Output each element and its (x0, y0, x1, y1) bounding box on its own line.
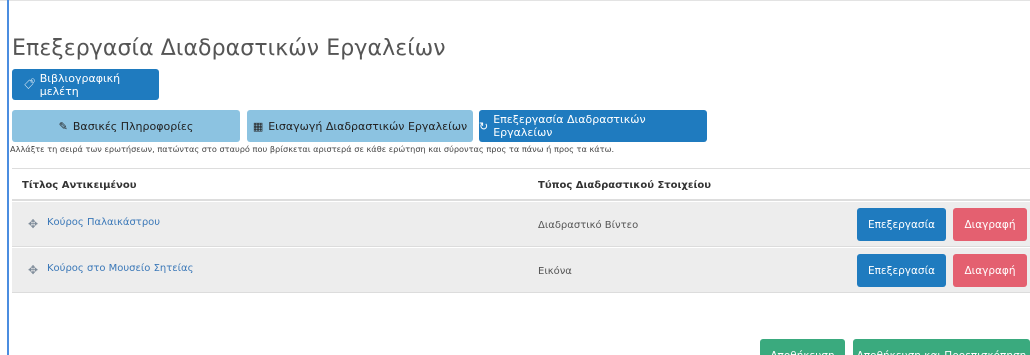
page-title: Επεξεργασία Διαδραστικών Εργαλείων (12, 36, 446, 61)
drag-handle-icon[interactable]: ✥ (28, 217, 38, 231)
step-basic-info[interactable]: ✎ Βασικές Πληροφορίες (12, 110, 240, 142)
header-title: Τίτλος Αντικειμένου (22, 180, 137, 191)
step-insert-tools[interactable]: ▦ Εισαγωγή Διαδραστικών Εργαλείων (247, 110, 473, 142)
item-type: Διαδραστικό Βίντεο (538, 220, 639, 231)
save-and-preview-button[interactable]: Αποθήκευση και Προεπισκόπηση (853, 339, 1030, 355)
refresh-icon: ↻ (479, 119, 489, 133)
drag-handle-icon[interactable]: ✥ (28, 263, 38, 277)
item-title-link[interactable]: Κούρος Παλαικάστρου (47, 217, 160, 228)
help-text: Αλλάξτε τη σειρά των ερωτήσεων, πατώντας… (10, 144, 615, 154)
save-button[interactable]: Αποθήκευση (760, 339, 845, 355)
left-border (7, 0, 9, 355)
sitemap-icon: ▦ (252, 119, 264, 133)
table-header: Τίτλος Αντικειμένου Τύπος Διαδραστικού Σ… (12, 168, 1030, 201)
pencil-icon: ✎ (58, 119, 68, 133)
delete-button[interactable]: Διαγραφή (953, 254, 1027, 287)
step-edit-tools[interactable]: ↻ Επεξεργασία Διαδραστικών Εργαλείων (479, 110, 707, 142)
bibliography-tag-button[interactable]: 🏷︎ Βιβλιογραφική μελέτη (12, 69, 159, 100)
item-type: Εικόνα (538, 266, 572, 277)
edit-button[interactable]: Επεξεργασία (857, 254, 946, 287)
step-label: Βασικές Πληροφορίες (72, 119, 194, 133)
tag-icon: 🏷︎ (23, 79, 36, 90)
table-row[interactable]: ✥ Κούρος στο Μουσείο Σητείας Εικόνα Επεξ… (12, 247, 1030, 293)
item-title-link[interactable]: Κούρος στο Μουσείο Σητείας (47, 263, 194, 274)
delete-button[interactable]: Διαγραφή (953, 208, 1027, 241)
tag-label: Βιβλιογραφική μελέτη (39, 71, 121, 98)
step-label: Εισαγωγή Διαδραστικών Εργαλείων (268, 119, 468, 133)
tools-table: Τίτλος Αντικειμένου Τύπος Διαδραστικού Σ… (12, 168, 1030, 293)
edit-button[interactable]: Επεξεργασία (857, 208, 946, 241)
header-type: Τύπος Διαδραστικού Στοιχείου (538, 180, 711, 191)
table-row[interactable]: ✥ Κούρος Παλαικάστρου Διαδραστικό Βίντεο… (12, 201, 1030, 247)
step-label: Επεξεργασία Διαδραστικών Εργαλείων (493, 113, 646, 139)
